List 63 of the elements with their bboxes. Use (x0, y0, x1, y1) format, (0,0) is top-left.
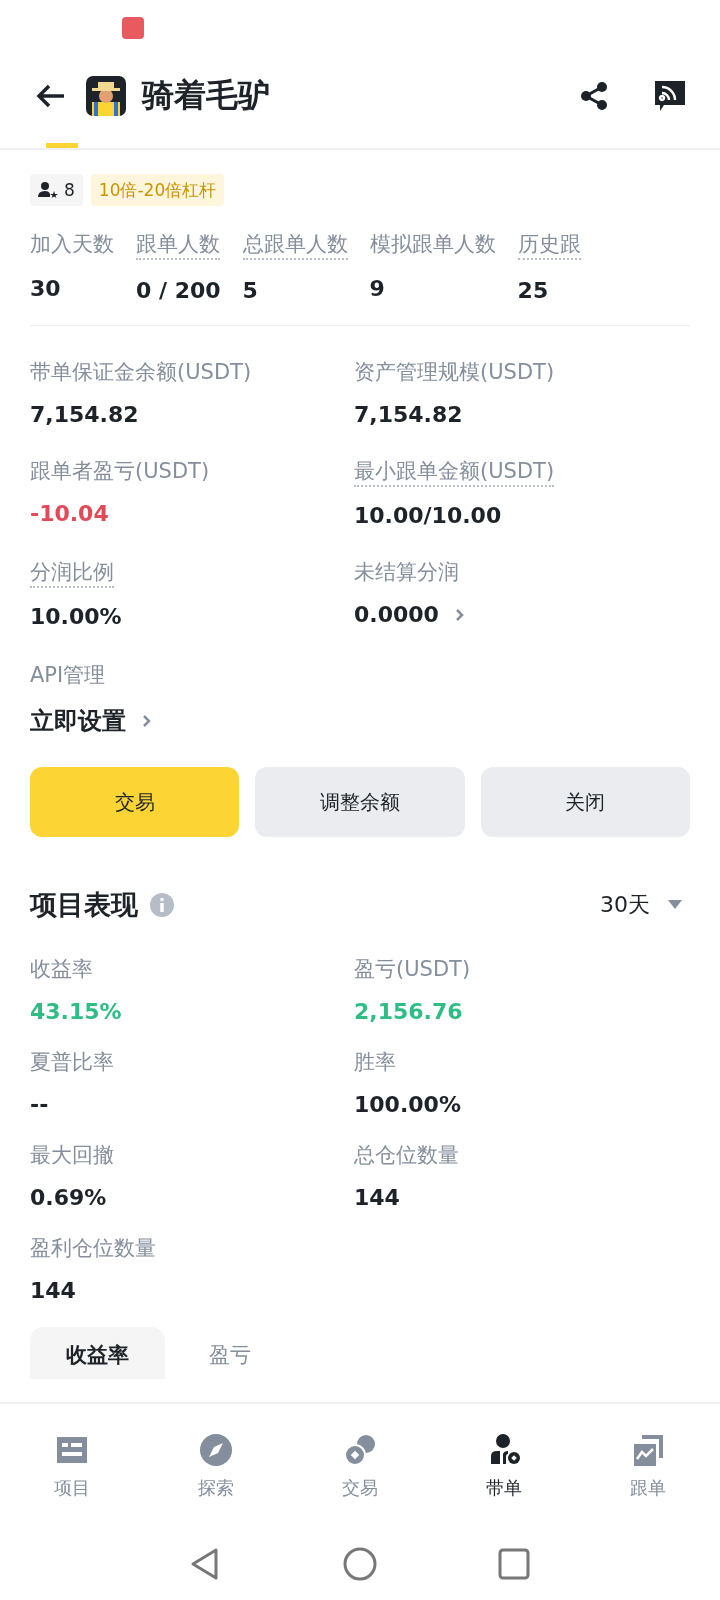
stat-value: 7,154.82 (30, 402, 139, 427)
stat-label[interactable]: 总跟单人数 (242, 230, 348, 260)
nav-item[interactable]: 探索 (144, 1404, 288, 1528)
metric-label: 夏普比率 (30, 1049, 114, 1076)
share-icon[interactable] (578, 80, 610, 112)
action-button[interactable]: 调整余额 (255, 767, 465, 837)
stat-label: 资产管理规模(USDT) (354, 359, 555, 386)
chart-tab[interactable]: 收益率 (30, 1327, 165, 1379)
notification-icon (122, 17, 144, 39)
nav-item[interactable]: 带单 (432, 1404, 576, 1528)
action-button[interactable]: 关闭 (480, 767, 690, 837)
follower-badge: 8 (30, 174, 83, 206)
stat-value: 30 (30, 276, 61, 301)
stat-label[interactable]: 最小跟单金额(USDT) (354, 457, 555, 487)
nav-item[interactable]: 交易 (288, 1404, 432, 1528)
nav-item[interactable]: 项目 (0, 1404, 144, 1528)
stat-label[interactable]: 跟单人数 (136, 230, 220, 260)
metric-value: 100.00% (354, 1092, 461, 1117)
setup-link[interactable]: 立即设置 (30, 705, 154, 737)
metric-label: 收益率 (30, 956, 93, 983)
caret-icon (668, 900, 682, 910)
metric-label: 盈利仓位数量 (30, 1235, 156, 1262)
metric-label: 胜率 (354, 1049, 396, 1076)
stat-label: 跟单者盈亏(USDT) (30, 458, 210, 485)
users-icon (38, 182, 58, 198)
stat-value: 0 / 200 (136, 278, 221, 303)
stat-label: 模拟跟单人数 (369, 231, 496, 258)
metric-label: 总仓位数量 (354, 1142, 459, 1169)
stat-value: 7,154.82 (354, 402, 463, 427)
nav-item[interactable]: 跟单 (576, 1404, 720, 1528)
recents-icon[interactable] (497, 1547, 531, 1581)
feed-icon[interactable] (654, 80, 686, 112)
stat-value: 10.00% (30, 604, 122, 629)
metric-value: 0.69% (30, 1185, 107, 1210)
stat-label[interactable]: 分润比例 (30, 558, 114, 588)
stat-label: 未结算分润 (354, 559, 459, 586)
period-dropdown[interactable]: 30天 (600, 890, 690, 920)
metric-value: 144 (30, 1278, 76, 1303)
stat-label[interactable]: 历史跟 (517, 230, 581, 260)
metric-value: 144 (354, 1185, 400, 1210)
trader-name: 骑着毛驴 (142, 75, 271, 116)
metric-label: 最大回撤 (30, 1142, 114, 1169)
stat-value: 5 (242, 278, 258, 303)
stat-value: 25 (517, 278, 549, 303)
metric-value: 2,156.76 (354, 999, 463, 1024)
tab-indicator (46, 143, 78, 148)
stat-value: -10.04 (30, 501, 109, 526)
metric-value: -- (30, 1092, 49, 1117)
leverage-badge: 10倍-20倍杠杆 (90, 174, 225, 206)
action-button[interactable]: 交易 (30, 767, 240, 837)
home-icon[interactable] (343, 1547, 377, 1581)
section-title: 项目表现 (30, 888, 138, 922)
metric-value: 43.15% (30, 999, 122, 1024)
chart-tab[interactable]: 盈亏 (173, 1327, 287, 1379)
api-label: API管理 (30, 662, 106, 689)
stat-label: 加入天数 (30, 231, 114, 258)
stat-label: 带单保证金余额(USDT) (30, 359, 252, 386)
explore-icon (198, 1432, 234, 1468)
stat-value: 9 (369, 276, 385, 301)
avatar-icon (86, 76, 126, 116)
stat-value: 10.00/10.00 (354, 503, 502, 528)
stat-value: 0.0000 (354, 602, 439, 627)
metric-label: 盈亏(USDT) (354, 956, 471, 983)
